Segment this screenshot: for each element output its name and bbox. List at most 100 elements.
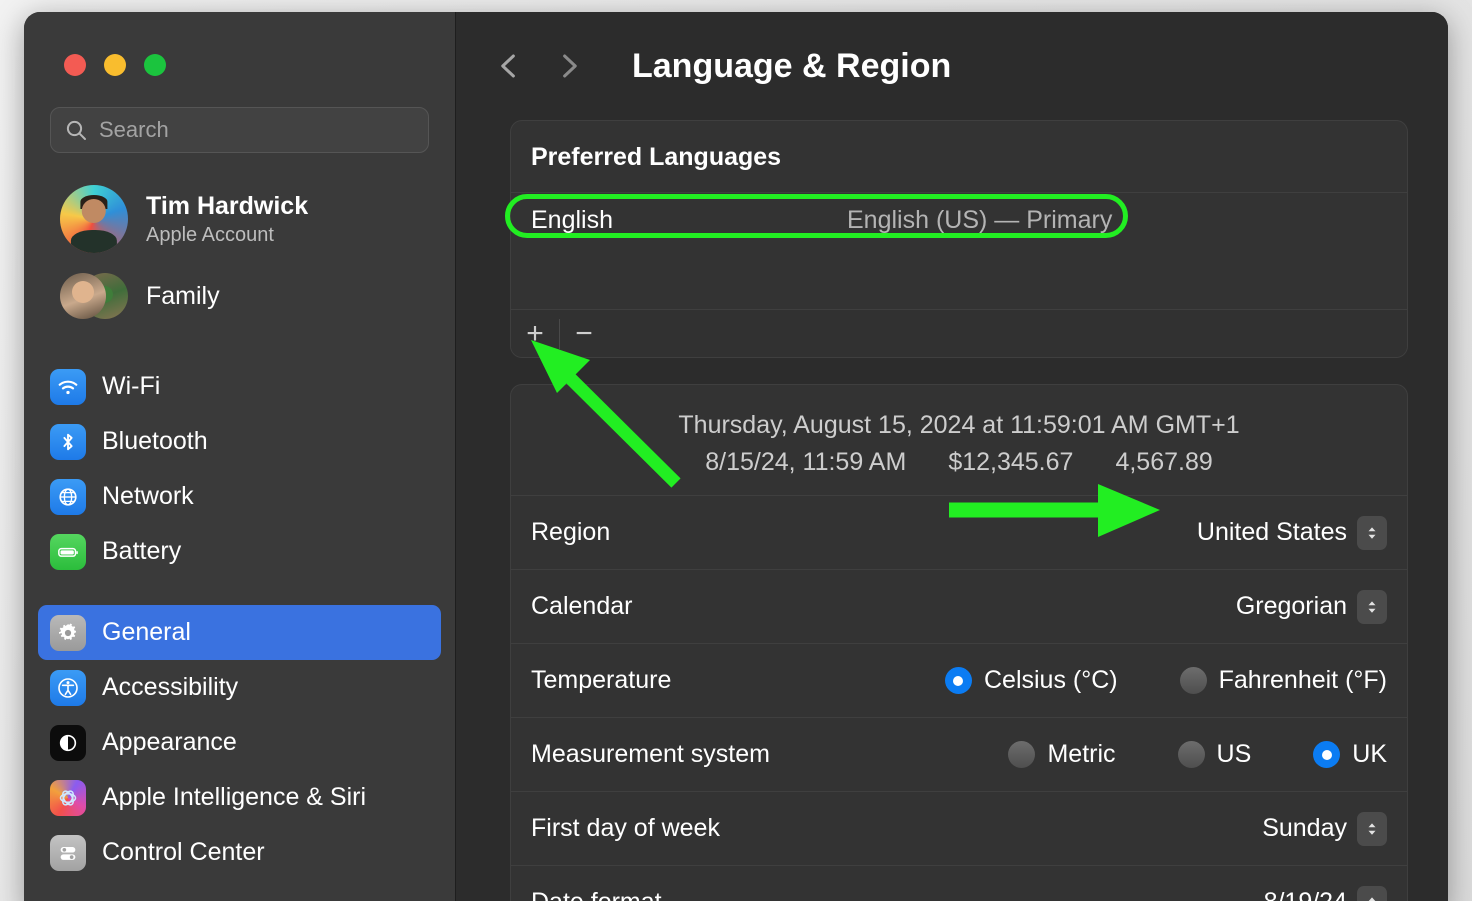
date-format-value: 8/19/24	[1264, 888, 1347, 901]
row-calendar: Calendar Gregorian	[511, 569, 1407, 643]
date-format-popup-button[interactable]: 8/19/24	[1264, 886, 1387, 901]
first-day-popup-button[interactable]: Sunday	[1262, 812, 1387, 846]
chevron-updown-icon	[1357, 886, 1387, 901]
chevron-updown-icon	[1357, 590, 1387, 624]
radio-celsius[interactable]: Celsius (°C)	[945, 666, 1118, 695]
radio-label: Fahrenheit (°F)	[1219, 666, 1387, 695]
family-label: Family	[146, 282, 220, 311]
control-center-icon	[50, 835, 86, 871]
radio-button[interactable]	[1313, 741, 1340, 768]
row-label: Temperature	[531, 666, 945, 695]
account-name: Tim Hardwick	[146, 192, 308, 221]
radio-button[interactable]	[1180, 667, 1207, 694]
sidebar-item-label: Apple Intelligence & Siri	[102, 783, 366, 812]
battery-icon	[50, 534, 86, 570]
sidebar-item-network[interactable]: Network	[38, 469, 441, 524]
radio-metric[interactable]: Metric	[1008, 740, 1115, 769]
chevron-updown-icon	[1357, 516, 1387, 550]
avatar	[60, 185, 128, 253]
panel-title: Preferred Languages	[511, 121, 1407, 193]
search-input[interactable]	[99, 117, 414, 143]
sidebar-item-label: Battery	[102, 537, 181, 566]
family-avatars	[60, 273, 128, 319]
radio-button[interactable]	[1178, 741, 1205, 768]
search-field[interactable]	[50, 107, 429, 153]
sidebar-item-apple-intelligence-siri[interactable]: Apple Intelligence & Siri	[38, 770, 441, 825]
sidebar-item-label: Accessibility	[102, 673, 238, 702]
sidebar-item-label: Bluetooth	[102, 427, 208, 456]
region-popup-button[interactable]: United States	[1197, 516, 1387, 550]
preview-short-date: 8/15/24, 11:59 AM	[705, 448, 906, 477]
sidebar-item-label: Control Center	[102, 838, 265, 867]
radio-label: US	[1217, 740, 1252, 769]
content-titlebar: Language & Region	[456, 12, 1448, 120]
measurement-radio-group: Metric US UK	[1008, 740, 1387, 769]
radio-label: Metric	[1047, 740, 1115, 769]
wifi-icon	[50, 369, 86, 405]
network-globe-icon	[50, 479, 86, 515]
sidebar-item-control-center[interactable]: Control Center	[38, 825, 441, 880]
language-name: English	[531, 206, 613, 235]
sidebar-item-label: Wi-Fi	[102, 372, 160, 401]
zoom-button[interactable]	[144, 54, 166, 76]
row-temperature: Temperature Celsius (°C) Fahrenheit (°F)	[511, 643, 1407, 717]
preview-currency: $12,345.67	[948, 448, 1073, 477]
row-label: First day of week	[531, 814, 1262, 843]
search-icon	[65, 119, 87, 141]
system-settings-window: Tim Hardwick Apple Account Family	[24, 12, 1448, 901]
radio-label: UK	[1352, 740, 1387, 769]
sidebar-nav: Wi-Fi Bluetooth	[24, 359, 455, 880]
row-first-day-of-week: First day of week Sunday	[511, 791, 1407, 865]
row-date-format: Date format 8/19/24	[511, 865, 1407, 901]
sidebar-item-general[interactable]: General	[38, 605, 441, 660]
chevron-right-icon	[554, 49, 584, 83]
first-day-value: Sunday	[1262, 814, 1347, 843]
radio-fahrenheit[interactable]: Fahrenheit (°F)	[1180, 666, 1387, 695]
preferred-languages-panel: Preferred Languages English English (US)…	[510, 120, 1408, 358]
sidebar-item-appearance[interactable]: Appearance	[38, 715, 441, 770]
language-list: English English (US) — Primary	[511, 197, 1407, 309]
sidebar-item-wifi[interactable]: Wi-Fi	[38, 359, 441, 414]
remove-language-button[interactable]: −	[560, 310, 608, 358]
bluetooth-icon	[50, 424, 86, 460]
radio-button[interactable]	[1008, 741, 1035, 768]
row-measurement-system: Measurement system Metric US	[511, 717, 1407, 791]
account-subtitle: Apple Account	[146, 224, 308, 247]
apple-account-item[interactable]: Tim Hardwick Apple Account	[50, 179, 429, 259]
back-button[interactable]	[492, 46, 526, 86]
language-detail: English (US) — Primary	[847, 206, 1112, 235]
family-item[interactable]: Family	[50, 267, 429, 325]
format-preview: Thursday, August 15, 2024 at 11:59:01 AM…	[511, 385, 1407, 495]
row-region: Region United States	[511, 495, 1407, 569]
chevron-left-icon	[494, 49, 524, 83]
row-label: Measurement system	[531, 740, 1008, 769]
region-settings-panel: Thursday, August 15, 2024 at 11:59:01 AM…	[510, 384, 1408, 901]
row-label: Date format	[531, 888, 1264, 901]
preview-number: 4,567.89	[1115, 448, 1212, 477]
sidebar-item-battery[interactable]: Battery	[38, 524, 441, 579]
radio-us[interactable]: US	[1178, 740, 1252, 769]
chevron-updown-icon	[1357, 812, 1387, 846]
sidebar-item-bluetooth[interactable]: Bluetooth	[38, 414, 441, 469]
preview-long-date: Thursday, August 15, 2024 at 11:59:01 AM…	[511, 411, 1407, 440]
radio-button[interactable]	[945, 667, 972, 694]
language-list-toolbar: + −	[511, 309, 1407, 357]
calendar-value: Gregorian	[1236, 592, 1347, 621]
row-label: Calendar	[531, 592, 1236, 621]
sidebar: Tim Hardwick Apple Account Family	[24, 12, 456, 901]
appearance-icon	[50, 725, 86, 761]
close-button[interactable]	[64, 54, 86, 76]
radio-label: Celsius (°C)	[984, 666, 1118, 695]
minimize-button[interactable]	[104, 54, 126, 76]
region-value: United States	[1197, 518, 1347, 547]
calendar-popup-button[interactable]: Gregorian	[1236, 590, 1387, 624]
gear-icon	[50, 615, 86, 651]
add-language-button[interactable]: +	[511, 310, 559, 358]
sidebar-item-accessibility[interactable]: Accessibility	[38, 660, 441, 715]
radio-uk[interactable]: UK	[1313, 740, 1387, 769]
sidebar-item-label: Appearance	[102, 728, 237, 757]
language-row-english[interactable]: English English (US) — Primary	[511, 197, 1407, 243]
temperature-radio-group: Celsius (°C) Fahrenheit (°F)	[945, 666, 1387, 695]
forward-button[interactable]	[552, 46, 586, 86]
sidebar-item-label: Network	[102, 482, 194, 511]
